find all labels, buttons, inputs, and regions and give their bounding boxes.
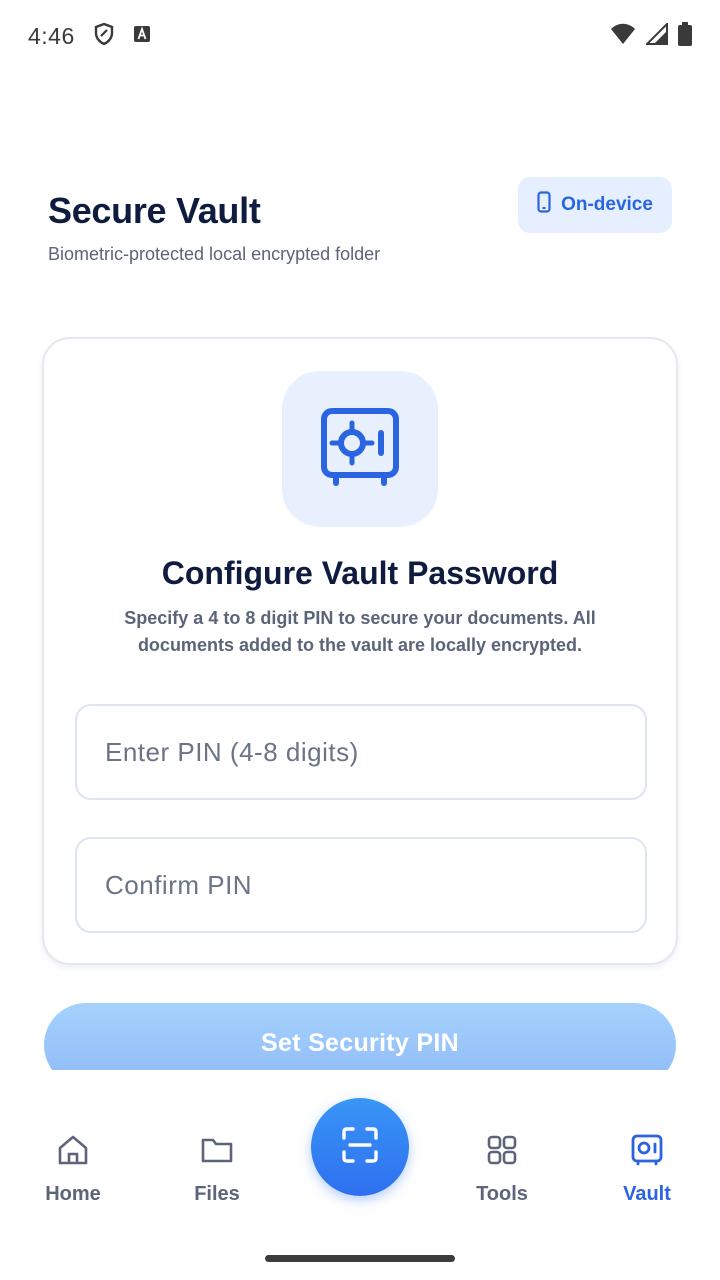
card-description: Specify a 4 to 8 digit PIN to secure you… [124, 608, 596, 655]
page-header: Secure Vault Biometric-protected local e… [48, 177, 672, 270]
grid-icon [486, 1134, 518, 1171]
nav-item-vault[interactable]: Vault [587, 1134, 707, 1206]
signal-icon [644, 21, 668, 50]
scan-button[interactable] [311, 1098, 409, 1196]
nav-label-tools: Tools [476, 1183, 528, 1205]
nav-label-files: Files [194, 1183, 240, 1205]
battery-icon [678, 21, 692, 51]
vault-safe-icon [320, 407, 400, 492]
nav-item-files[interactable]: Files [157, 1134, 277, 1206]
page-subtitle: Biometric-protected local encrypted fold… [48, 244, 381, 264]
vault-icon [631, 1134, 663, 1171]
status-time: 4:46 [28, 22, 75, 49]
vault-icon-container [282, 371, 438, 527]
nav-item-home[interactable]: Home [13, 1134, 133, 1206]
status-bar: 4:46 [0, 0, 720, 72]
bottom-nav: Home Files Tools Vault [0, 1070, 720, 1240]
card-title: Configure Vault Password [161, 555, 559, 591]
on-device-badge: On-device [518, 177, 672, 233]
shield-icon [93, 22, 115, 51]
pin-input[interactable] [75, 704, 647, 800]
wifi-icon [610, 23, 636, 50]
keyboard-a-icon [133, 25, 151, 48]
home-indicator[interactable] [265, 1255, 455, 1262]
badge-label: On-device [561, 194, 653, 215]
confirm-pin-input[interactable] [75, 837, 647, 933]
nav-label-vault: Vault [623, 1183, 671, 1205]
nav-item-tools[interactable]: Tools [442, 1134, 562, 1206]
nav-label-home: Home [45, 1183, 101, 1205]
vault-setup-card: Configure Vault Password Specify a 4 to … [42, 337, 678, 965]
folder-icon [200, 1134, 234, 1171]
phone-icon [537, 191, 551, 219]
scan-icon [340, 1125, 380, 1170]
home-icon [56, 1134, 90, 1171]
